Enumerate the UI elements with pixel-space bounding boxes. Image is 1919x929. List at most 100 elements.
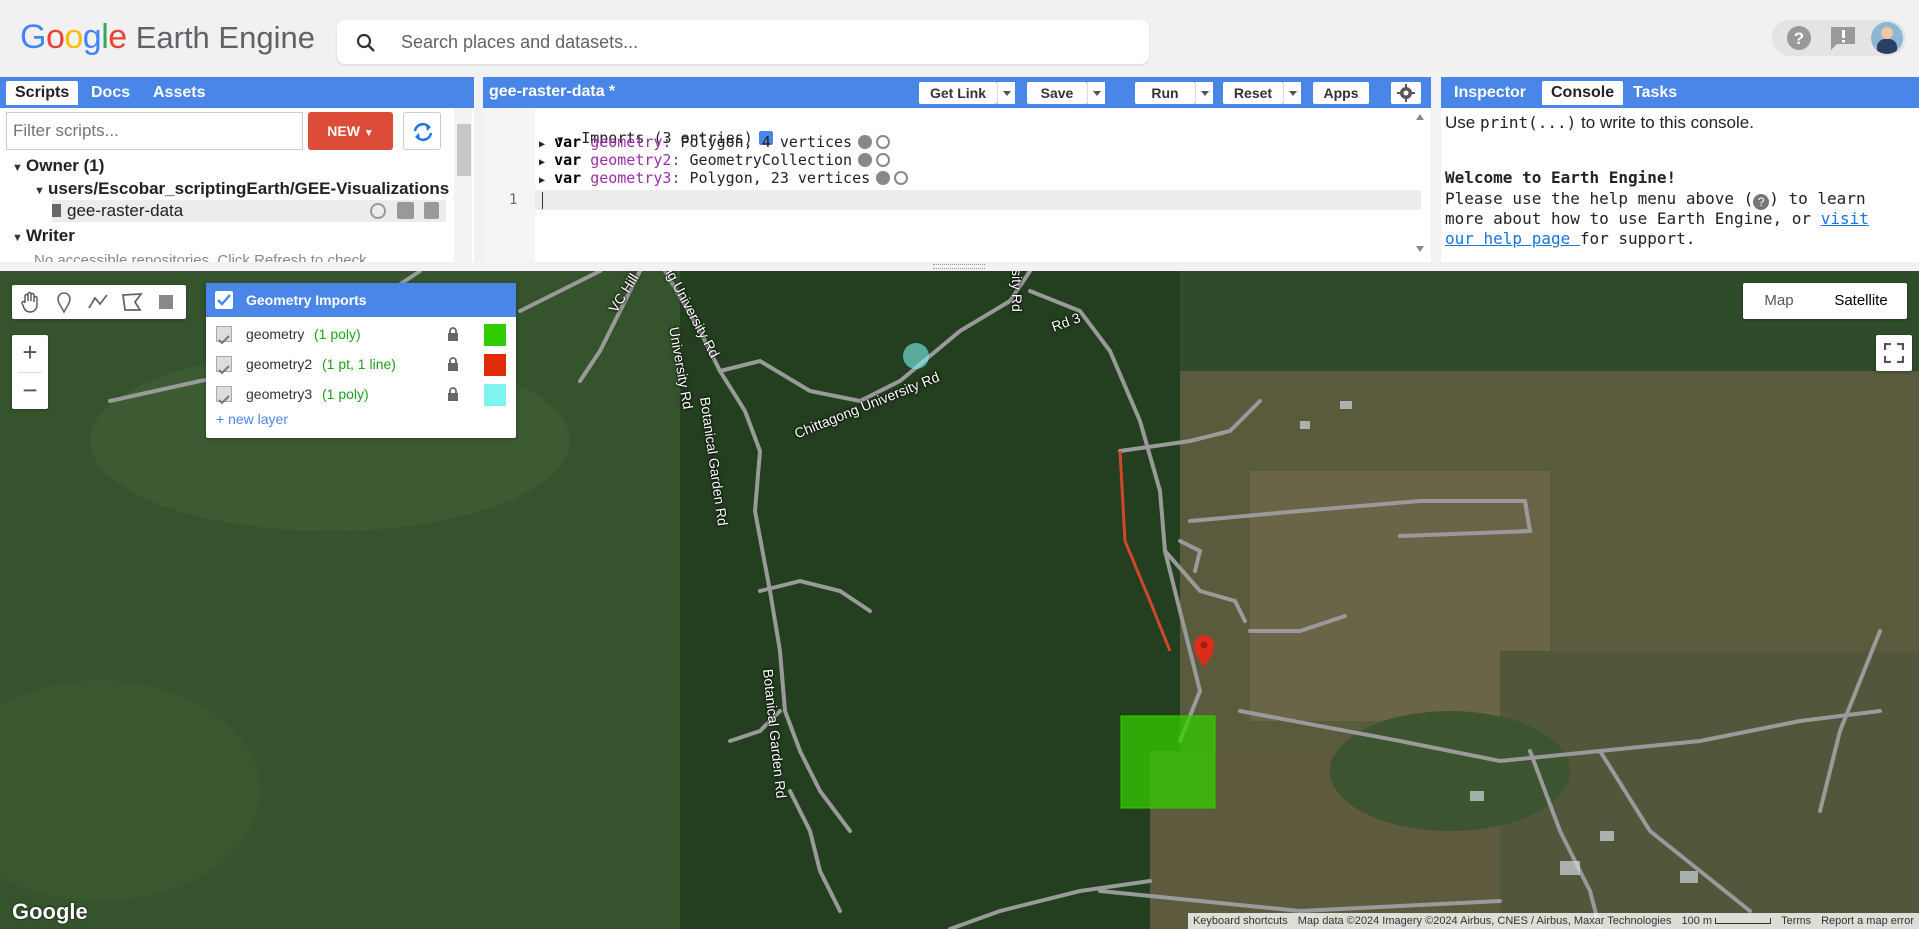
fullscreen-button[interactable] <box>1876 335 1912 371</box>
var-desc: Polygon, 23 vertices <box>689 169 871 187</box>
tree-owner[interactable]: ▼ Owner (1) <box>12 155 104 177</box>
lock-icon[interactable] <box>446 387 460 401</box>
lock-icon[interactable] <box>446 327 460 341</box>
target-icon[interactable] <box>876 153 891 167</box>
report-map-error-link[interactable]: Report a map error <box>1816 913 1919 929</box>
save-dropdown[interactable] <box>1087 82 1105 104</box>
code-editor[interactable]: ▼ Imports (3 entries) ▶ var geometry: Po… <box>483 108 1431 262</box>
editor-scrollbar[interactable] <box>1412 110 1428 260</box>
var-desc: GeometryCollection <box>689 151 853 169</box>
search-box[interactable] <box>337 20 1149 64</box>
map-splitter[interactable] <box>0 262 1919 271</box>
new-layer-link[interactable]: + new layer <box>216 411 288 427</box>
tab-inspector[interactable]: Inspector <box>1445 81 1535 105</box>
edit-icon[interactable] <box>397 202 414 219</box>
reset-dropdown[interactable] <box>1283 82 1301 104</box>
tab-assets[interactable]: Assets <box>144 81 214 105</box>
apps-button[interactable]: Apps <box>1313 82 1369 104</box>
rectangle-tool-icon[interactable] <box>154 290 178 314</box>
pan-hand-icon[interactable] <box>18 290 42 314</box>
geometry-layer-row[interactable]: geometry (1 poly) <box>206 319 516 349</box>
geometry-imports-header[interactable]: Geometry Imports <box>206 283 516 317</box>
layer-color-swatch[interactable] <box>484 354 506 376</box>
gear-icon[interactable] <box>858 153 873 167</box>
run-dropdown[interactable] <box>1195 82 1213 104</box>
hint-code: print(...) <box>1479 113 1577 132</box>
delete-icon[interactable] <box>424 202 439 219</box>
run-button[interactable]: Run <box>1135 82 1195 104</box>
help-page-link[interactable]: our help page <box>1445 229 1580 248</box>
panel-divider[interactable] <box>1431 77 1440 262</box>
tab-docs[interactable]: Docs <box>82 81 139 105</box>
tab-tasks[interactable]: Tasks <box>1624 81 1686 105</box>
layer-color-swatch[interactable] <box>484 324 506 346</box>
tree-script-label: gee-raster-data <box>67 201 184 220</box>
text-cursor <box>542 192 543 209</box>
active-line <box>535 190 1421 210</box>
help-icon[interactable]: ? <box>1785 24 1813 52</box>
search-input[interactable] <box>399 27 1119 57</box>
earth-engine-logo[interactable]: Google Earth Engine <box>20 18 315 62</box>
tab-console[interactable]: Console <box>1542 81 1624 105</box>
scale-label: 100 m <box>1681 915 1713 927</box>
layer-checkbox[interactable] <box>216 356 232 375</box>
svg-text:?: ? <box>1794 29 1804 48</box>
caret-down-icon: ▼ <box>363 128 374 139</box>
map-type-map-button[interactable]: Map <box>1743 283 1815 319</box>
search-icon <box>356 33 375 52</box>
scroll-down-arrow-icon[interactable] <box>1416 246 1424 252</box>
editor-toolbar: gee-raster-data * Get Link Save Run Rese… <box>483 77 1431 108</box>
import-line-3[interactable]: ▶ var geometry3: Polygon, 23 vertices <box>539 169 909 190</box>
product-name: Earth Engine <box>135 20 315 55</box>
tree-repo[interactable]: ▼ users/Escobar_scriptingEarth/GEE-Visual… <box>34 178 449 200</box>
no-repos-text: No accessible repositories. Click Refres… <box>34 252 367 262</box>
feedback-icon[interactable] <box>1829 25 1857 51</box>
lock-icon[interactable] <box>446 357 460 371</box>
visit-link[interactable]: visit <box>1821 209 1869 228</box>
layer-checkbox[interactable] <box>216 386 232 405</box>
history-icon[interactable] <box>370 203 386 219</box>
map-canvas[interactable]: VC Hill ong University Rd sity Rd Rd 3 C… <box>0 271 1919 929</box>
user-avatar[interactable] <box>1871 22 1903 54</box>
save-button[interactable]: Save <box>1027 82 1087 104</box>
reset-button[interactable]: Reset <box>1223 82 1283 104</box>
target-icon[interactable] <box>876 135 891 149</box>
keyboard-shortcuts-link[interactable]: Keyboard shortcuts <box>1188 913 1293 929</box>
right-panel-tabs: Inspector Console Tasks <box>1441 77 1919 108</box>
gear-icon[interactable] <box>858 135 873 149</box>
layer-checkbox[interactable] <box>216 326 232 345</box>
scripts-scrollbar[interactable] <box>454 108 472 262</box>
expand-triangle-icon: ▶ <box>539 157 546 168</box>
marker-tool-icon[interactable] <box>52 290 76 314</box>
panel-divider[interactable] <box>474 77 483 262</box>
map-type-satellite-button[interactable]: Satellite <box>1815 283 1907 319</box>
terms-link[interactable]: Terms <box>1776 913 1816 929</box>
expand-triangle-icon: ▼ <box>12 162 23 174</box>
get-link-dropdown[interactable] <box>997 82 1015 104</box>
geometry2-layer-row[interactable]: geometry2 (1 pt, 1 line) <box>206 349 516 379</box>
scroll-up-arrow-icon[interactable] <box>1416 114 1424 120</box>
get-link-button[interactable]: Get Link <box>919 82 997 104</box>
new-button[interactable]: NEW ▼ <box>308 112 393 150</box>
welcome-line-3: our help page for support. <box>1445 229 1695 249</box>
console-panel: Use print(...) to write to this console.… <box>1441 108 1919 262</box>
settings-button[interactable] <box>1391 82 1421 104</box>
line-tool-icon[interactable] <box>86 290 110 314</box>
target-icon[interactable] <box>894 171 909 185</box>
filter-scripts-input[interactable] <box>6 112 303 150</box>
all-layers-checkbox[interactable] <box>215 291 233 309</box>
polygon-tool-icon[interactable] <box>120 290 144 314</box>
tab-scripts[interactable]: Scripts <box>6 81 79 105</box>
refresh-button[interactable] <box>403 112 441 150</box>
geometry3-layer-row[interactable]: geometry3 (1 poly) <box>206 379 516 409</box>
zoom-in-button[interactable]: + <box>12 335 48 371</box>
var-desc: Polygon, 4 vertices <box>680 133 853 151</box>
tree-writer[interactable]: ▼ Writer <box>12 225 75 247</box>
tree-script-selected[interactable]: gee-raster-data <box>52 200 446 222</box>
gear-icon[interactable] <box>876 171 891 185</box>
scroll-thumb[interactable] <box>457 124 471 176</box>
welcome-line-2: more about how to use Earth Engine, or v… <box>1445 209 1869 229</box>
zoom-out-button[interactable]: − <box>12 373 48 409</box>
layer-color-swatch[interactable] <box>484 384 506 406</box>
scale-bar[interactable]: 100 m <box>1676 913 1776 929</box>
